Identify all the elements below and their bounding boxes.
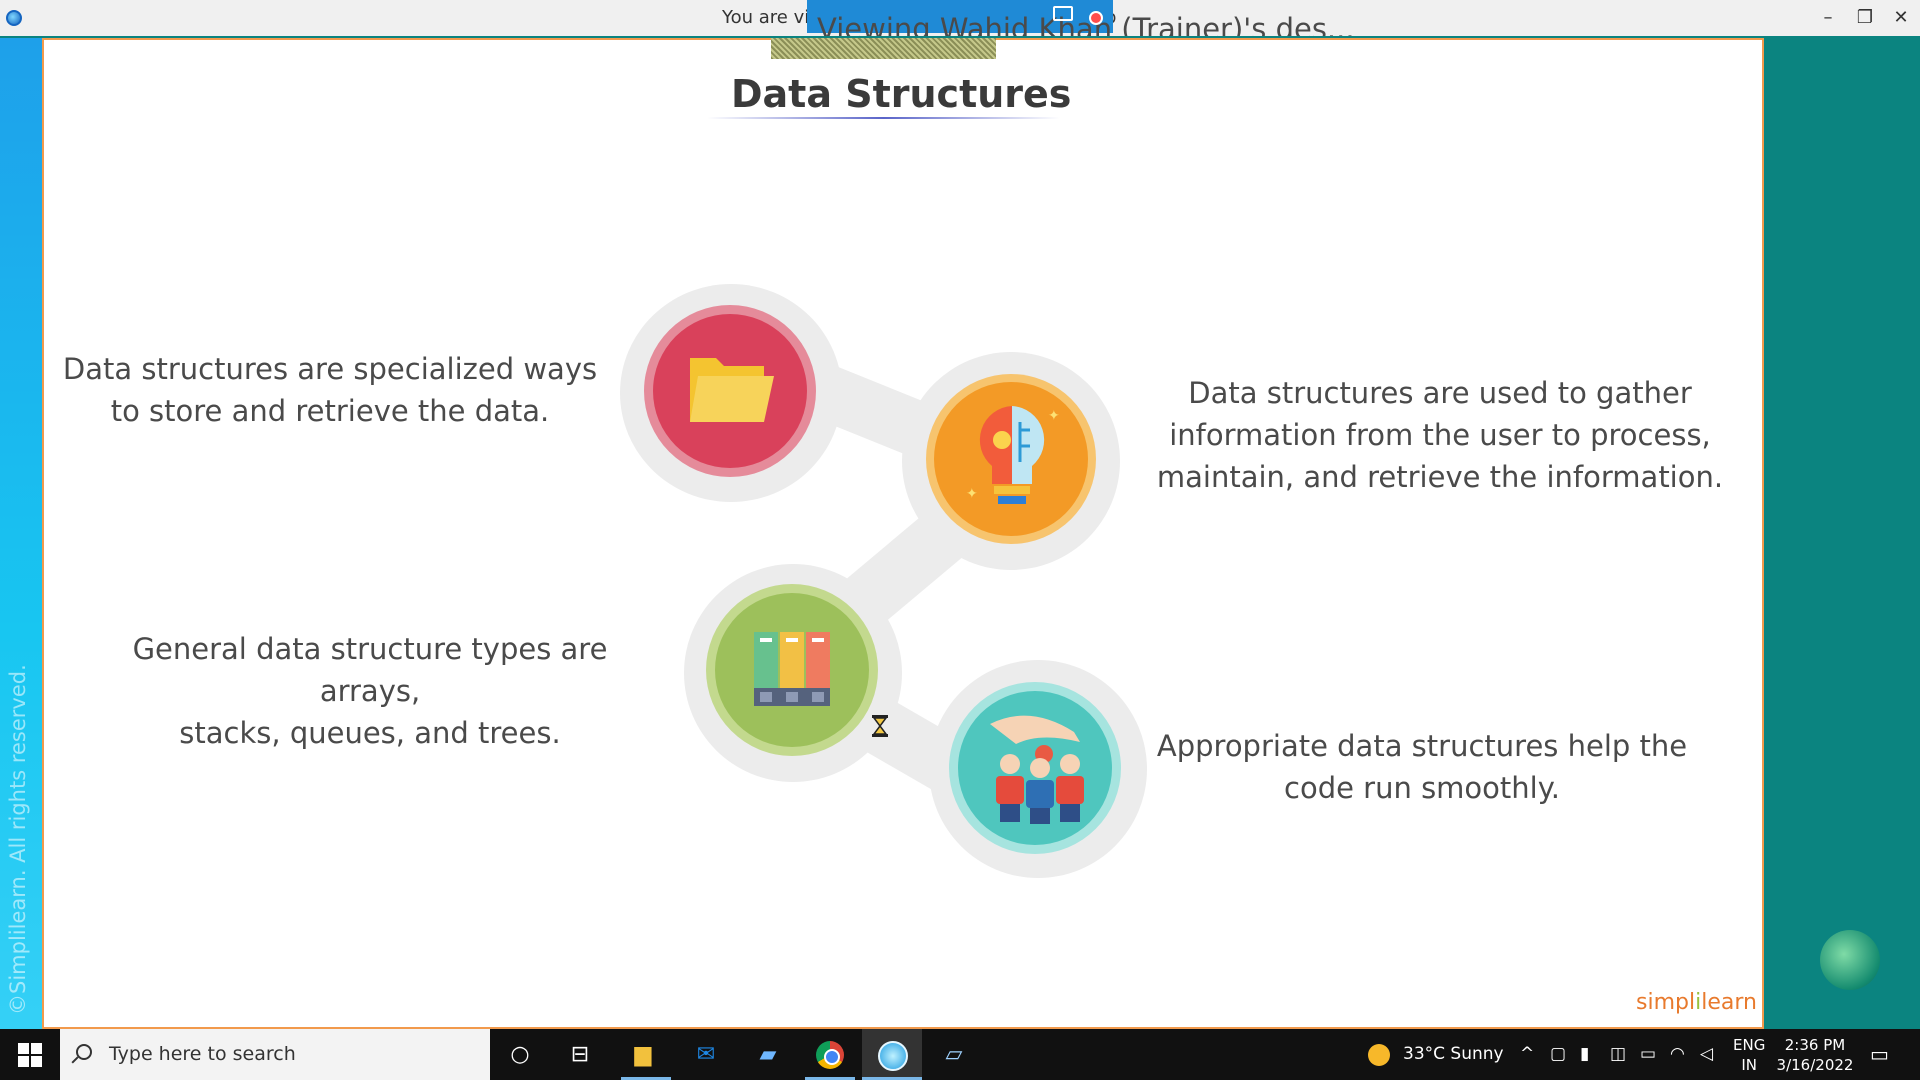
- hourglass-cursor-icon: [872, 715, 888, 737]
- notifications-icon[interactable]: ▭: [1870, 1029, 1889, 1080]
- security-icon[interactable]: ◫: [1610, 1029, 1626, 1080]
- point-2-line-2: information from the user to process,: [1169, 418, 1711, 452]
- point-3-line-2: stacks, queues, and trees.: [179, 716, 561, 750]
- region-code: IN: [1741, 1056, 1757, 1074]
- app-icon: [6, 10, 22, 26]
- language-code: ENG: [1733, 1036, 1766, 1054]
- point-4-line-1: Appropriate data structures help the: [1156, 729, 1688, 763]
- close-button[interactable]: ✕: [1887, 6, 1915, 30]
- logo-part-a: simpl: [1636, 990, 1696, 1015]
- laptop-icon[interactable]: ▰: [748, 1037, 788, 1073]
- point-2: Data structures are used to gather infor…: [1150, 372, 1730, 498]
- volume-icon[interactable]: ◁: [1700, 1029, 1713, 1080]
- title-decoration: [771, 38, 996, 59]
- language-indicator[interactable]: ENG IN: [1733, 1035, 1765, 1075]
- title-underline: [707, 117, 1060, 119]
- window-title: You are vie: [722, 7, 821, 28]
- task-view-icon[interactable]: ⊟: [560, 1037, 600, 1073]
- battery-icon[interactable]: ▭: [1640, 1029, 1656, 1080]
- weather-sun-icon[interactable]: [1368, 1044, 1390, 1066]
- point-4: Appropriate data structures help the cod…: [1150, 725, 1694, 809]
- taskbar: Type here to search ○ ⊟ ▆ ✉ ▰ ▱ 33°C Sun…: [0, 1029, 1920, 1080]
- logo-part-b: learn: [1701, 990, 1757, 1015]
- search-placeholder: Type here to search: [109, 1043, 296, 1065]
- notes-app-icon[interactable]: ▱: [934, 1037, 974, 1073]
- cortana-icon[interactable]: ○: [500, 1037, 540, 1073]
- simplilearn-logo: simplilearn: [1636, 990, 1757, 1015]
- microphone-icon[interactable]: ▮: [1580, 1029, 1589, 1080]
- restore-button[interactable]: ❐: [1851, 6, 1879, 30]
- point-2-line-1: Data structures are used to gather: [1188, 376, 1692, 410]
- clock[interactable]: 2:36 PM 3/16/2022: [1775, 1035, 1855, 1075]
- window-title-bar: You are vie p Viewing Wahid Khan (Traine…: [0, 0, 1920, 46]
- meeting-bubble-icon[interactable]: [1820, 930, 1880, 990]
- point-1: Data structures are specialized ways to …: [58, 348, 602, 432]
- search-icon: [76, 1044, 92, 1060]
- mail-icon[interactable]: ✉: [686, 1037, 726, 1073]
- clock-time: 2:36 PM: [1784, 1036, 1846, 1054]
- wifi-icon[interactable]: ◠: [1670, 1029, 1685, 1080]
- minimize-button[interactable]: –: [1814, 6, 1842, 30]
- file-explorer-icon[interactable]: ▆: [623, 1037, 663, 1073]
- point-3-line-1: General data structure types are arrays,: [132, 632, 608, 708]
- screen-share-banner[interactable]: Viewing Wahid Khan (Trainer)'s des...: [807, 0, 1355, 46]
- folder-icon: [690, 358, 774, 422]
- svg-text:✦: ✦: [966, 486, 978, 502]
- camera-icon[interactable]: ▢: [1550, 1029, 1566, 1080]
- lightbulb-icon: ✦ ✦: [966, 406, 1060, 504]
- point-3: General data structure types are arrays,…: [80, 628, 660, 754]
- tray-chevron-icon[interactable]: ^: [1520, 1029, 1534, 1080]
- clock-date: 3/16/2022: [1776, 1056, 1854, 1074]
- chrome-icon[interactable]: [810, 1037, 850, 1073]
- point-1-line-2: to store and retrieve the data.: [110, 394, 550, 428]
- start-button[interactable]: [18, 1043, 42, 1067]
- recording-icon[interactable]: [1089, 11, 1103, 25]
- taskbar-search[interactable]: Type here to search: [60, 1029, 490, 1080]
- screen-share-icon[interactable]: [1053, 6, 1073, 21]
- binders-icon: [754, 632, 830, 706]
- weather-text[interactable]: 33°C Sunny: [1403, 1029, 1504, 1080]
- team-icon: [990, 715, 1084, 824]
- meeting-app-tile[interactable]: [862, 1029, 922, 1080]
- svg-text:✦: ✦: [1048, 408, 1060, 424]
- point-1-line-1: Data structures are specialized ways: [62, 352, 598, 386]
- copyright-text: ©Simplilearn. All rights reserved.: [6, 664, 30, 1015]
- point-2-line-3: maintain, and retrieve the information.: [1156, 460, 1724, 494]
- point-4-line-2: code run smoothly.: [1284, 771, 1560, 805]
- slide-title: Data Structures: [731, 72, 1072, 116]
